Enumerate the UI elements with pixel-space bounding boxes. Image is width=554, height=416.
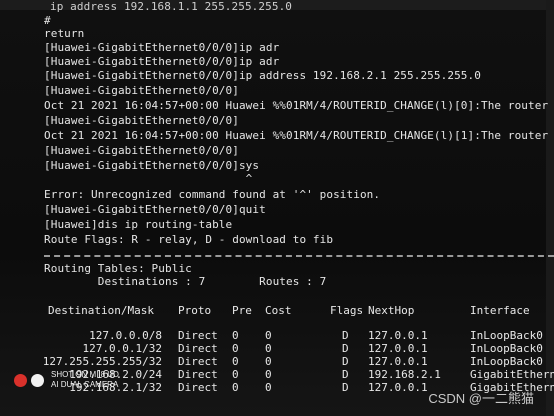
white-dot-icon — [31, 373, 44, 387]
col-header-interface: Interface — [470, 304, 530, 317]
col-header-nexthop: NextHop — [368, 304, 415, 317]
cell-proto: Direct — [178, 381, 218, 394]
cell-proto: Direct — [178, 329, 218, 342]
cell-nexthop: 127.0.0.1 — [368, 329, 428, 342]
routing-tables-title: Routing Tables: Public — [44, 262, 192, 275]
cell-pre: 0 — [232, 342, 239, 355]
terminal-line: Oct 21 2021 16:04:57+00:00 Huawei %%01RM… — [44, 99, 554, 112]
cell-flags: D — [342, 329, 349, 342]
cell-proto: Direct — [178, 342, 218, 355]
col-header-proto: Proto — [178, 304, 212, 317]
cell-destination: 127.0.0.0/8 — [89, 329, 162, 342]
cell-nexthop: 127.0.0.1 — [368, 381, 428, 394]
monitor-bezel-right — [546, 0, 554, 416]
cell-flags: D — [342, 381, 349, 394]
csdn-watermark: CSDN @一二熊猫 — [428, 391, 534, 406]
col-header-destination: Destination/Mask — [48, 304, 154, 317]
dashed-separator — [44, 255, 554, 257]
cell-nexthop: 127.0.0.1 — [368, 342, 428, 355]
cell-destination: 127.255.255.255/32 — [42, 355, 162, 368]
terminal-line: # — [44, 14, 51, 27]
terminal-error-line: Error: Unrecognized command found at '^'… — [44, 188, 381, 201]
red-dot-icon — [14, 373, 27, 387]
cell-nexthop: 192.168.2.1 — [368, 368, 441, 381]
terminal-line: Route Flags: R - relay, D - download to … — [44, 233, 334, 246]
cell-flags: D — [342, 342, 349, 355]
camera-watermark-line2: AI DUAL CAMERA — [51, 380, 119, 389]
col-header-pre: Pre — [232, 304, 252, 317]
terminal-line: [Huawei]dis ip routing-table — [44, 218, 233, 231]
terminal-line: Oct 21 2021 16:04:57+00:00 Huawei %%01RM… — [44, 129, 554, 142]
terminal-line: [Huawei-GigabitEthernet0/0/0] — [44, 144, 239, 157]
camera-watermark: SHOT ON MI 8 UD AI DUAL CAMERA — [14, 370, 119, 390]
cell-cost: 0 — [265, 368, 272, 381]
cell-interface: InLoopBack0 — [470, 329, 543, 342]
terminal-line: ip address 192.168.1.1 255.255.255.0 — [50, 0, 293, 13]
terminal-line: [Huawei-GigabitEthernet0/0/0]sys — [44, 159, 260, 172]
terminal-line: [Huawei-GigabitEthernet0/0/0]ip adr — [44, 41, 280, 54]
col-header-flags: Flags — [330, 304, 364, 317]
cell-pre: 0 — [232, 368, 239, 381]
terminal-line: [Huawei-GigabitEthernet0/0/0] — [44, 84, 239, 97]
cell-interface: InLoopBack0 — [470, 355, 543, 368]
cell-destination: 127.0.0.1/32 — [82, 342, 162, 355]
cell-pre: 0 — [232, 355, 239, 368]
photo-of-terminal-screen: ip address 192.168.1.1 255.255.255.0 # r… — [0, 0, 554, 416]
cell-cost: 0 — [265, 329, 272, 342]
terminal-line: [Huawei-GigabitEthernet0/0/0]ip address … — [44, 69, 481, 82]
cell-nexthop: 127.0.0.1 — [368, 355, 428, 368]
terminal-line: [Huawei-GigabitEthernet0/0/0]quit — [44, 203, 266, 216]
cell-proto: Direct — [178, 355, 218, 368]
cell-pre: 0 — [232, 329, 239, 342]
terminal-caret-line: ^ — [44, 172, 253, 185]
cell-pre: 0 — [232, 381, 239, 394]
terminal-line: return — [44, 27, 85, 40]
cell-cost: 0 — [265, 342, 272, 355]
routing-tables-counts: Destinations : 7 Routes : 7 — [44, 275, 327, 288]
cell-proto: Direct — [178, 368, 218, 381]
cell-interface: InLoopBack0 — [470, 342, 543, 355]
cell-interface: GigabitEtherne — [470, 368, 554, 381]
col-header-cost: Cost — [265, 304, 292, 317]
camera-watermark-line1: SHOT ON MI 8 UD — [51, 370, 119, 379]
terminal-line: [Huawei-GigabitEthernet0/0/0] — [44, 114, 239, 127]
terminal-line: [Huawei-GigabitEthernet0/0/0]ip adr — [44, 55, 280, 68]
cell-cost: 0 — [265, 381, 272, 394]
cell-cost: 0 — [265, 355, 272, 368]
cell-flags: D — [342, 355, 349, 368]
cell-flags: D — [342, 368, 349, 381]
